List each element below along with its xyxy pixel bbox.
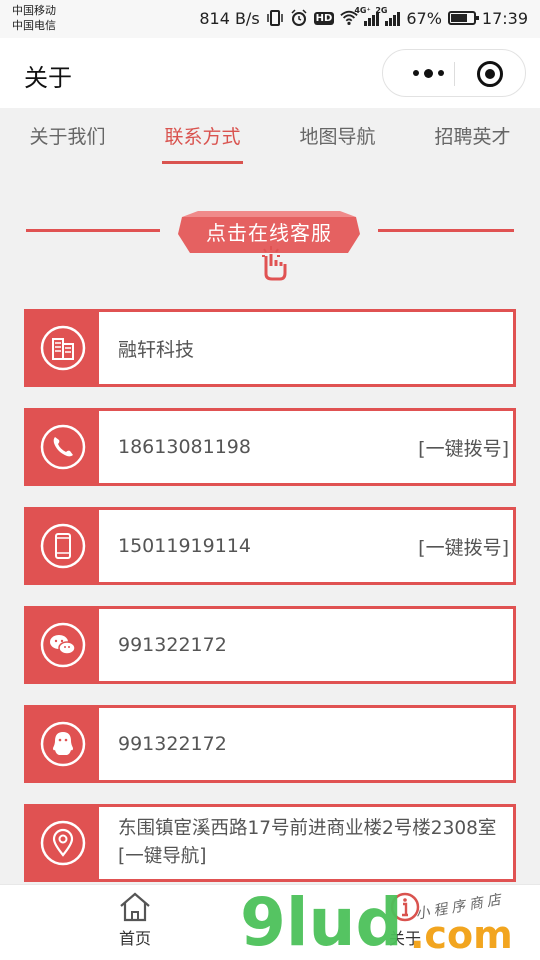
close-miniprogram-button[interactable]: [477, 61, 503, 87]
banner-line-left: [26, 229, 160, 232]
qq-icon-box: [27, 708, 99, 780]
contact-mobile-row[interactable]: 15011919114 [一键拨号]: [24, 507, 516, 585]
tab-about-us[interactable]: 关于我们: [27, 108, 107, 168]
company-icon-box: [27, 312, 99, 384]
company-name: 融轩科技: [118, 338, 195, 361]
wechat-icon-box: [27, 609, 99, 681]
carrier-2: 中国电信: [12, 19, 56, 32]
banner-line-right: [378, 229, 514, 232]
net-4g-label: 4G⁺: [354, 6, 371, 15]
phone-icon-box: [27, 411, 99, 483]
company-text: 融轩科技: [99, 312, 513, 384]
net-speed: 814 B/s: [199, 8, 260, 28]
status-bar: 中国移动 中国电信 814 B/s HD 4G⁺ 2G 67% 17:39: [0, 0, 540, 38]
more-menu-button[interactable]: [403, 50, 453, 96]
nav-bar: 关于: [0, 38, 540, 108]
hd-icon: HD: [313, 11, 335, 25]
miniprogram-capsule: [382, 49, 526, 97]
wechat-icon: [40, 622, 86, 668]
qq-icon: [40, 721, 86, 767]
phone-number: 18613081198: [118, 436, 251, 458]
contact-company-row: 融轩科技: [24, 309, 516, 387]
alarm-icon: [291, 9, 307, 26]
qq-number: 991322172: [118, 733, 227, 755]
contact-qq-row: 991322172: [24, 705, 516, 783]
tabbar-home[interactable]: 首页: [95, 891, 175, 949]
address-value: 东围镇宦溪西路17号前进商业楼2号楼2308室 [一键导航]: [118, 818, 497, 867]
tap-hand-icon: [262, 246, 287, 281]
carrier-info: 中国移动 中国电信: [12, 3, 56, 33]
home-icon: [120, 892, 150, 922]
clock: 17:39: [481, 8, 528, 28]
building-icon: [40, 325, 86, 371]
tab-contact[interactable]: 联系方式: [162, 108, 243, 168]
wechat-text: 991322172: [99, 609, 513, 681]
mobile-text: 15011919114 [一键拨号]: [99, 510, 513, 582]
contact-wechat-row: 991322172: [24, 606, 516, 684]
phone-dial-button[interactable]: [一键拨号]: [418, 434, 509, 461]
capsule-divider: [454, 62, 455, 86]
phone-icon: [40, 424, 86, 470]
net-2g-label: 2G: [375, 6, 388, 15]
watermark-brand: 9lud: [240, 884, 403, 960]
tabbar-home-label: 首页: [118, 929, 151, 948]
battery-percent: 67%: [406, 8, 442, 28]
qq-text: 991322172: [99, 708, 513, 780]
mobile-icon: [40, 523, 86, 569]
signal-2g-icon: 2G: [375, 6, 401, 26]
mobile-dial-button[interactable]: [一键拨号]: [418, 533, 509, 560]
page-title: 关于: [24, 64, 72, 92]
tab-recruitment[interactable]: 招聘英才: [432, 108, 512, 168]
battery-icon: [447, 11, 479, 25]
mobile-number: 15011919114: [118, 535, 251, 557]
vibrate-icon: [266, 10, 283, 26]
tab-map-navigation[interactable]: 地图导航: [297, 108, 377, 168]
mobile-icon-box: [27, 510, 99, 582]
location-icon: [40, 820, 86, 866]
contact-address-row[interactable]: 东围镇宦溪西路17号前进商业楼2号楼2308室 [一键导航]: [24, 804, 516, 882]
status-indicators: 814 B/s HD 4G⁺ 2G 67% 17:39: [199, 6, 528, 30]
phone-text: 18613081198 [一键拨号]: [99, 411, 513, 483]
address-text: 东围镇宦溪西路17号前进商业楼2号楼2308室 [一键导航]: [99, 807, 513, 879]
section-tabs: 关于我们 联系方式 地图导航 招聘英才: [0, 108, 540, 168]
wechat-id: 991322172: [118, 634, 227, 656]
watermark-suffix: .com: [410, 913, 513, 957]
contact-phone-row[interactable]: 18613081198 [一键拨号]: [24, 408, 516, 486]
carrier-1: 中国移动: [12, 4, 56, 17]
location-icon-box: [27, 807, 99, 879]
